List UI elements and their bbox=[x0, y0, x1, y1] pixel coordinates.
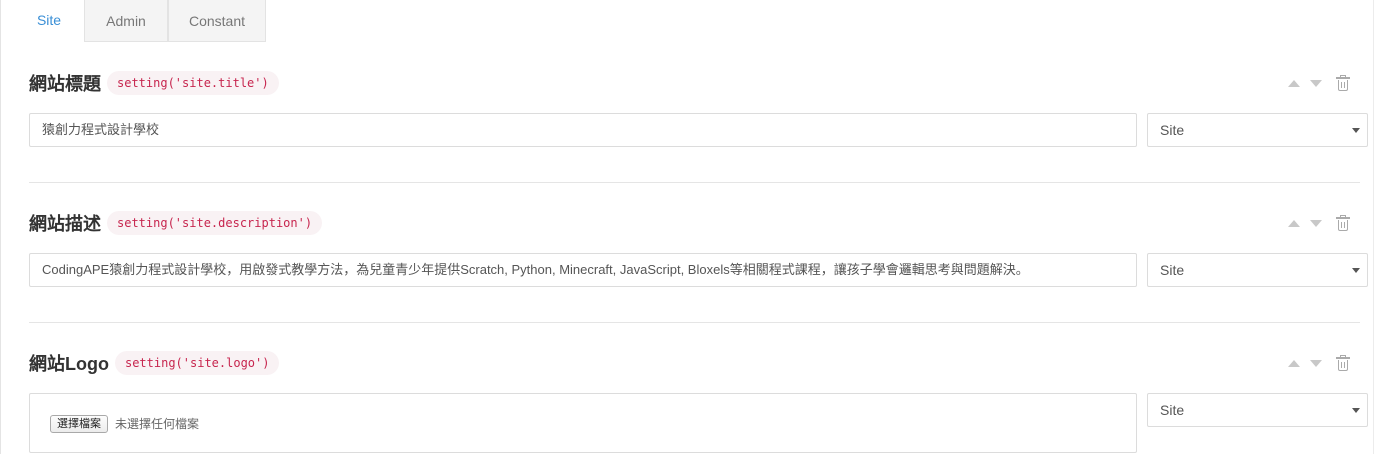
arrow-down-icon[interactable] bbox=[1310, 79, 1322, 87]
trash-icon[interactable] bbox=[1336, 75, 1350, 91]
file-upload-box: 選擇檔案 未選擇任何檔案 bbox=[29, 393, 1137, 453]
caret-down-icon bbox=[1352, 268, 1360, 273]
panel-left-border bbox=[0, 0, 1, 454]
setting-title: 網站標題 bbox=[29, 74, 101, 94]
divider bbox=[29, 322, 1360, 323]
file-status-text: 未選擇任何檔案 bbox=[115, 417, 200, 431]
caret-down-icon bbox=[1352, 408, 1360, 413]
tab-admin[interactable]: Admin bbox=[84, 0, 168, 42]
arrow-down-icon[interactable] bbox=[1310, 219, 1322, 227]
settings-tabs: Site Admin Constant bbox=[0, 0, 1375, 42]
arrow-down-icon[interactable] bbox=[1310, 359, 1322, 367]
group-select-value: Site bbox=[1160, 262, 1185, 278]
arrow-up-icon[interactable] bbox=[1288, 359, 1300, 367]
setting-title: 網站描述 bbox=[29, 214, 101, 234]
setting-key-code: setting('site.title') bbox=[107, 71, 279, 95]
caret-down-icon bbox=[1352, 128, 1360, 133]
group-select[interactable]: Site bbox=[1147, 253, 1368, 287]
setting-title: 網站Logo bbox=[29, 354, 109, 374]
group-select[interactable]: Site bbox=[1147, 393, 1368, 427]
panel-right-border bbox=[1373, 0, 1374, 454]
group-select-value: Site bbox=[1160, 122, 1185, 138]
setting-key-code: setting('site.logo') bbox=[114, 351, 280, 375]
group-select[interactable]: Site bbox=[1147, 113, 1368, 147]
setting-controls bbox=[1288, 74, 1368, 92]
setting-header: 網站Logo setting('site.logo') bbox=[29, 350, 280, 376]
setting-header: 網站描述 setting('site.description') bbox=[29, 210, 323, 236]
divider bbox=[29, 182, 1360, 183]
setting-key-code: setting('site.description') bbox=[107, 211, 323, 235]
tab-constant[interactable]: Constant bbox=[168, 0, 266, 42]
setting-controls bbox=[1288, 214, 1368, 232]
setting-value-input[interactable]: CodingAPE猿創力程式設計學校，用啟發式教學方法，為兒童青少年提供Scra… bbox=[29, 253, 1137, 287]
group-select-value: Site bbox=[1160, 402, 1185, 418]
setting-value-input[interactable]: 猿創力程式設計學校 bbox=[29, 113, 1137, 147]
trash-icon[interactable] bbox=[1336, 215, 1350, 231]
arrow-up-icon[interactable] bbox=[1288, 79, 1300, 87]
tab-site[interactable]: Site bbox=[14, 0, 84, 42]
setting-controls bbox=[1288, 354, 1368, 372]
choose-file-button[interactable]: 選擇檔案 bbox=[50, 415, 108, 433]
arrow-up-icon[interactable] bbox=[1288, 219, 1300, 227]
trash-icon[interactable] bbox=[1336, 355, 1350, 371]
setting-header: 網站標題 setting('site.title') bbox=[29, 70, 279, 96]
